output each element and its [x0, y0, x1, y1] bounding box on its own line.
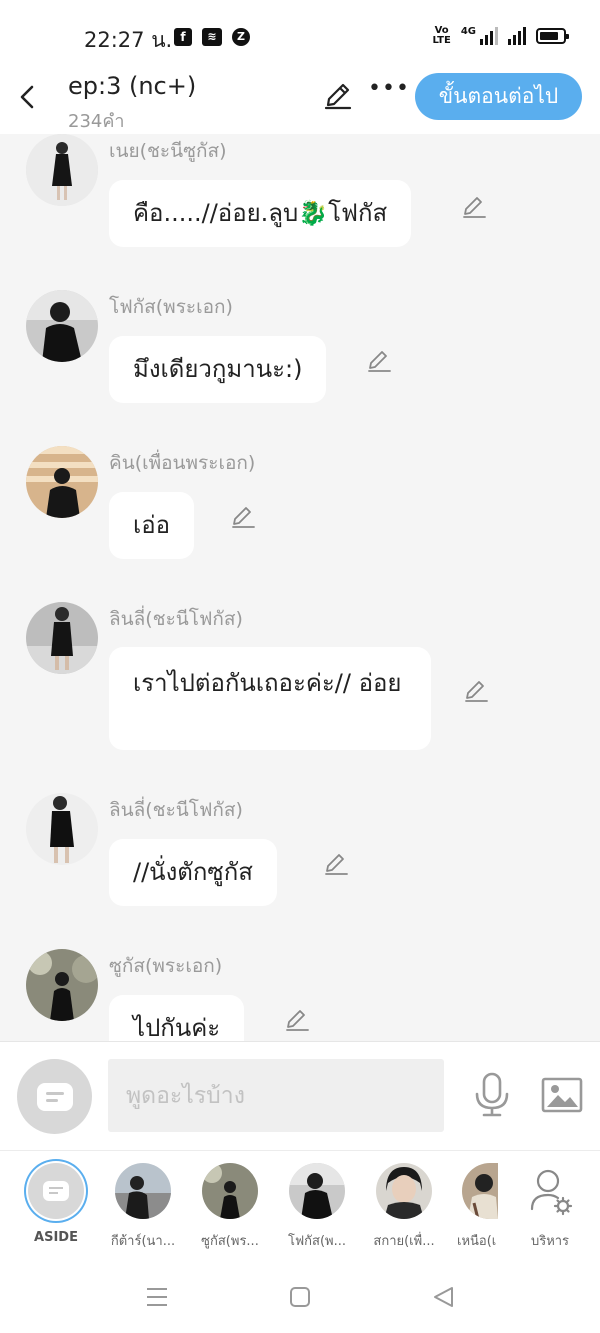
character-label: สกาย(เพื่...	[373, 1234, 435, 1249]
speaker-name: โฟกัส(พระเอก)	[109, 296, 233, 318]
webtoon-icon: ≋	[202, 28, 222, 46]
battery-icon	[536, 28, 569, 44]
facebook-icon: f	[174, 28, 192, 46]
avatar[interactable]	[26, 602, 98, 674]
message-bubble[interactable]: เราไปต่อกันเถอะค่ะ// อ่อย	[109, 647, 431, 750]
insert-image-button[interactable]	[540, 1075, 584, 1115]
header: ep:3 (nc+) 234คำ ••• ขั้นตอนต่อไป	[0, 72, 600, 134]
aside-avatar	[28, 1163, 84, 1219]
character-label: เหนือ(เ	[457, 1234, 497, 1249]
pencil-icon	[465, 681, 488, 702]
image-icon	[541, 1077, 583, 1113]
edit-message-button[interactable]	[366, 348, 392, 374]
compose-bar	[0, 1041, 600, 1150]
character-avatar	[376, 1163, 432, 1219]
avatar[interactable]	[26, 793, 98, 865]
character-avatar	[115, 1163, 171, 1219]
character-avatar	[462, 1163, 498, 1219]
aside-mode-button[interactable]	[17, 1059, 92, 1134]
avatar-image	[26, 290, 98, 362]
next-step-button[interactable]: ขั้นตอนต่อไป	[415, 73, 582, 120]
more-options-button[interactable]: •••	[368, 76, 409, 112]
character-avatar	[289, 1163, 345, 1219]
message-bubble[interactable]: //นั่งตักซูกัส	[109, 839, 277, 906]
zalo-icon: Z	[232, 28, 250, 46]
speaker-name: ลินลี่(ชะนีโฟกัส)	[109, 608, 243, 630]
message-input[interactable]	[108, 1059, 444, 1132]
edit-title-button[interactable]	[322, 80, 354, 112]
pencil-icon	[463, 197, 486, 218]
system-navigation-bar	[0, 1260, 600, 1333]
character-label: กีต้าร์(นา...	[110, 1234, 176, 1249]
avatar[interactable]	[26, 134, 98, 206]
home-button[interactable]	[287, 1284, 313, 1310]
avatar[interactable]	[26, 446, 98, 518]
character-label: ซูกัส(พร...	[201, 1234, 259, 1249]
character-sky[interactable]: สกาย(เพื่...	[362, 1163, 446, 1251]
status-time: 22:27 น.	[84, 28, 173, 52]
manage-avatar	[522, 1163, 578, 1219]
character-bar: ASIDE กีต้าร์(นา... ซูกัส(พร... โฟกัส(พ.…	[0, 1150, 600, 1260]
speaker-name: ลินลี่(ชะนีโฟกัส)	[109, 799, 243, 821]
avatar[interactable]	[26, 949, 98, 1021]
message-bubble[interactable]: เอ่อ	[109, 492, 195, 559]
character-label: ASIDE	[34, 1230, 78, 1245]
signal-icon	[480, 27, 498, 45]
character-nuea[interactable]: เหนือ(เ	[445, 1163, 505, 1251]
status-bar: 22:27 น. f ≋ Z Vo LTE 4G	[0, 0, 600, 72]
speaker-name: เนย(ชะนีซูกัส)	[109, 140, 227, 162]
avatar-image	[26, 446, 98, 518]
character-avatar	[202, 1163, 258, 1219]
manage-characters-button[interactable]: บริหาร	[508, 1163, 592, 1251]
chevron-left-icon	[20, 85, 34, 109]
signal-icon-2	[508, 27, 526, 45]
avatar-image	[26, 602, 98, 674]
avatar-image	[26, 793, 98, 865]
character-focus[interactable]: โฟกัส(พ...	[275, 1163, 359, 1251]
message-bubble[interactable]: ไปกันค่ะ	[109, 995, 245, 1041]
episode-title: ep:3 (nc+)	[68, 72, 197, 100]
pencil-icon	[232, 507, 255, 528]
menu-icon	[147, 1288, 167, 1306]
edit-message-button[interactable]	[323, 851, 349, 877]
edit-message-button[interactable]	[284, 1007, 310, 1033]
speaker-name: คิน(เพื่อนพระเอก)	[109, 452, 256, 474]
character-label: โฟกัส(พ...	[287, 1234, 347, 1249]
recent-apps-button[interactable]	[144, 1284, 170, 1310]
pencil-icon	[286, 1010, 309, 1031]
edit-message-button[interactable]	[230, 504, 256, 530]
message-bubble[interactable]: คือ.....//อ่อย.ลูบ🐉โฟกัส	[109, 180, 412, 247]
edit-message-button[interactable]	[463, 678, 489, 704]
chat-bubble-icon	[37, 1083, 73, 1111]
volte-icon: Vo LTE	[432, 25, 451, 46]
avatar-image	[26, 134, 98, 206]
chat-bubble-icon	[43, 1181, 69, 1201]
user-settings-icon	[530, 1169, 573, 1216]
status-indicators: Vo LTE 4G	[432, 25, 569, 46]
avatar-image	[26, 949, 98, 1021]
more-icon: •••	[368, 76, 410, 101]
pencil-icon	[325, 854, 348, 875]
triangle-back-icon	[434, 1287, 453, 1307]
system-back-button[interactable]	[431, 1284, 457, 1310]
word-count: 234คำ	[68, 111, 125, 132]
pencil-icon	[324, 83, 352, 110]
voice-input-button[interactable]	[472, 1072, 512, 1118]
avatar[interactable]	[26, 290, 98, 362]
square-icon	[290, 1287, 310, 1307]
character-label: บริหาร	[530, 1234, 570, 1249]
edit-message-button[interactable]	[461, 194, 487, 220]
network-type: 4G	[460, 26, 476, 37]
pencil-icon	[368, 351, 391, 372]
back-button[interactable]	[14, 80, 42, 114]
speaker-name: ซูกัส(พระเอก)	[109, 955, 223, 977]
character-guitar[interactable]: กีต้าร์(นา...	[101, 1163, 185, 1251]
character-sugus[interactable]: ซูกัส(พร...	[188, 1163, 272, 1251]
character-aside[interactable]: ASIDE	[14, 1163, 98, 1245]
chat-list[interactable]: เนย(ชะนีซูกัส) คือ.....//อ่อย.ลูบ🐉โฟกัส …	[0, 134, 600, 1041]
microphone-icon	[475, 1072, 509, 1117]
message-bubble[interactable]: มึงเดียวกูมานะ:)	[109, 336, 327, 403]
